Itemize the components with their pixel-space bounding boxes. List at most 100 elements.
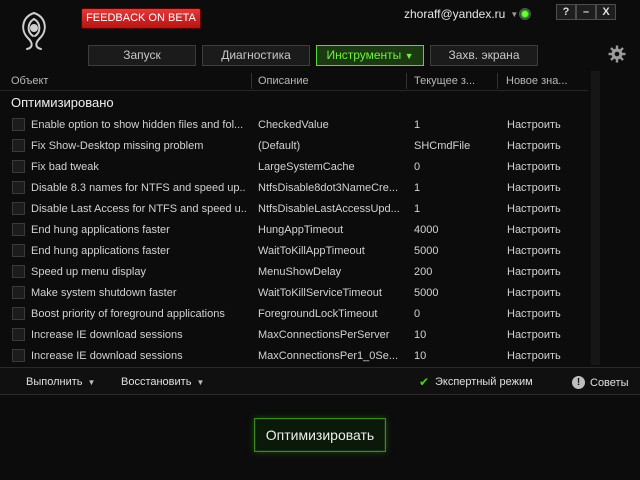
- gear-icon[interactable]: [608, 45, 626, 63]
- row-checkbox[interactable]: [12, 139, 25, 152]
- cell-object: Disable 8.3 names for NTFS and speed up.…: [31, 182, 246, 194]
- row-checkbox[interactable]: [12, 328, 25, 341]
- app-window: FEEDBACK ON BETA zhoraff@yandex.ru ▼ ? –…: [0, 0, 640, 480]
- table-row[interactable]: Boost priority of foreground application…: [0, 304, 588, 325]
- cell-new-value[interactable]: Настроить: [507, 161, 587, 173]
- cell-new-value[interactable]: Настроить: [507, 350, 587, 362]
- cell-new-value[interactable]: Настроить: [507, 266, 587, 278]
- cell-new-value[interactable]: Настроить: [507, 203, 587, 215]
- feedback-button[interactable]: FEEDBACK ON BETA: [81, 8, 201, 29]
- minimize-button[interactable]: –: [576, 4, 596, 20]
- tab-launch[interactable]: Запуск: [88, 45, 196, 66]
- table-row[interactable]: Increase IE download sessions MaxConnecti…: [0, 346, 588, 367]
- cell-description: MenuShowDelay: [258, 266, 342, 278]
- account-email: zhoraff@yandex.ru: [404, 7, 506, 21]
- column-header-description[interactable]: Описание: [258, 75, 309, 87]
- cell-current-value: SHCmdFile: [414, 140, 471, 152]
- info-icon: !: [572, 376, 585, 389]
- cell-current-value: 10: [414, 329, 427, 341]
- cell-object: Increase IE download sessions: [31, 329, 183, 341]
- cell-description: MaxConnectionsPerServer: [258, 329, 390, 341]
- tab-tools-label: Инструменты: [326, 48, 402, 62]
- column-divider[interactable]: [251, 73, 252, 89]
- cell-new-value[interactable]: Настроить: [507, 308, 587, 320]
- row-checkbox[interactable]: [12, 286, 25, 299]
- column-divider[interactable]: [406, 73, 407, 89]
- cell-current-value: 1: [414, 203, 421, 215]
- expert-mode-label: Экспертный режим: [435, 376, 533, 388]
- cell-current-value: 10: [414, 350, 427, 362]
- cell-object: Enable option to show hidden files and f…: [31, 119, 244, 131]
- cell-new-value[interactable]: Настроить: [507, 329, 587, 341]
- cell-new-value[interactable]: Настроить: [507, 287, 587, 299]
- cell-object: Fix bad tweak: [31, 161, 99, 173]
- section-title: Оптимизировано: [11, 95, 114, 110]
- cell-description: MaxConnectionsPer1_0Se...: [258, 350, 399, 362]
- cell-new-value[interactable]: Настроить: [507, 140, 587, 152]
- table-row[interactable]: Disable 8.3 names for NTFS and speed up.…: [0, 178, 588, 199]
- cell-current-value: 0: [414, 308, 421, 320]
- cell-description: WaitToKillAppTimeout: [258, 245, 365, 257]
- table-row[interactable]: Fix Show-Desktop missing problem (Default…: [0, 136, 588, 157]
- cell-description: CheckedValue: [258, 119, 329, 131]
- tab-diagnostics[interactable]: Диагностика: [202, 45, 310, 66]
- tab-tools[interactable]: Инструменты ▼: [316, 45, 424, 66]
- table-row[interactable]: Disable Last Access for NTFS and speed u…: [0, 199, 588, 220]
- restore-dropdown[interactable]: Восстановить ▼: [121, 376, 204, 388]
- row-checkbox[interactable]: [12, 160, 25, 173]
- tab-screen-capture[interactable]: Захв. экрана: [430, 45, 538, 66]
- cell-object: Boost priority of foreground application…: [31, 308, 225, 320]
- row-checkbox[interactable]: [12, 223, 25, 236]
- checkmark-icon[interactable]: ✔: [419, 376, 430, 388]
- column-header-current-value[interactable]: Текущее з...: [414, 75, 475, 87]
- razer-logo-icon: [22, 12, 46, 50]
- row-checkbox[interactable]: [12, 202, 25, 215]
- cell-description: WaitToKillServiceTimeout: [258, 287, 382, 299]
- account-menu[interactable]: zhoraff@yandex.ru ▼: [404, 7, 518, 21]
- table-row[interactable]: Increase IE download sessions MaxConnecti…: [0, 325, 588, 346]
- chevron-down-icon: ▼: [510, 9, 519, 19]
- row-checkbox[interactable]: [12, 307, 25, 320]
- tips-label: Советы: [590, 376, 629, 389]
- table-header: Объект Описание Текущее з... Новое зна..…: [0, 71, 588, 91]
- cell-description: ForegroundLockTimeout: [258, 308, 378, 320]
- column-header-object[interactable]: Объект: [11, 75, 48, 87]
- cell-current-value: 200: [414, 266, 433, 278]
- column-divider[interactable]: [497, 73, 498, 89]
- cell-current-value: 4000: [414, 224, 439, 236]
- cell-new-value[interactable]: Настроить: [507, 182, 587, 194]
- cell-new-value[interactable]: Настроить: [507, 119, 587, 131]
- row-checkbox[interactable]: [12, 349, 25, 362]
- table-row[interactable]: Make system shutdown faster WaitToKillSer…: [0, 283, 588, 304]
- cell-new-value[interactable]: Настроить: [507, 245, 587, 257]
- cell-current-value: 1: [414, 182, 421, 194]
- vertical-scrollbar[interactable]: [591, 71, 600, 365]
- table-row[interactable]: Speed up menu display MenuShowDelay 200 Нас…: [0, 262, 588, 283]
- tips-button[interactable]: ! Советы: [572, 376, 628, 389]
- cell-object: Increase IE download sessions: [31, 350, 183, 362]
- execute-dropdown[interactable]: Выполнить ▼: [26, 376, 95, 388]
- cell-object: Speed up menu display: [31, 266, 146, 278]
- optimize-button[interactable]: Оптимизировать: [254, 418, 386, 452]
- row-checkbox[interactable]: [12, 265, 25, 278]
- cell-new-value[interactable]: Настроить: [507, 224, 587, 236]
- online-status-icon: [519, 8, 531, 20]
- table-row[interactable]: Enable option to show hidden files and f…: [0, 115, 588, 136]
- expert-mode-toggle[interactable]: ✔ Экспертный режим: [419, 376, 533, 389]
- table-row[interactable]: End hung applications faster HungAppTimeo…: [0, 220, 588, 241]
- cell-description: NtfsDisable8dot3NameCre...: [258, 182, 399, 194]
- cell-object: End hung applications faster: [31, 224, 170, 236]
- table-row[interactable]: End hung applications faster WaitToKillAp…: [0, 241, 588, 262]
- row-checkbox[interactable]: [12, 244, 25, 257]
- column-header-new-value[interactable]: Новое зна...: [506, 75, 567, 87]
- cell-current-value: 5000: [414, 287, 439, 299]
- chevron-down-icon: ▼: [87, 377, 96, 387]
- row-checkbox[interactable]: [12, 118, 25, 131]
- help-button[interactable]: ?: [556, 4, 576, 20]
- close-button[interactable]: X: [596, 4, 616, 20]
- row-checkbox[interactable]: [12, 181, 25, 194]
- table-row[interactable]: Fix bad tweak LargeSystemCache 0 Настроить: [0, 157, 588, 178]
- cell-current-value: 5000: [414, 245, 439, 257]
- chevron-down-icon: ▼: [196, 377, 205, 387]
- restore-label: Восстановить: [121, 376, 192, 388]
